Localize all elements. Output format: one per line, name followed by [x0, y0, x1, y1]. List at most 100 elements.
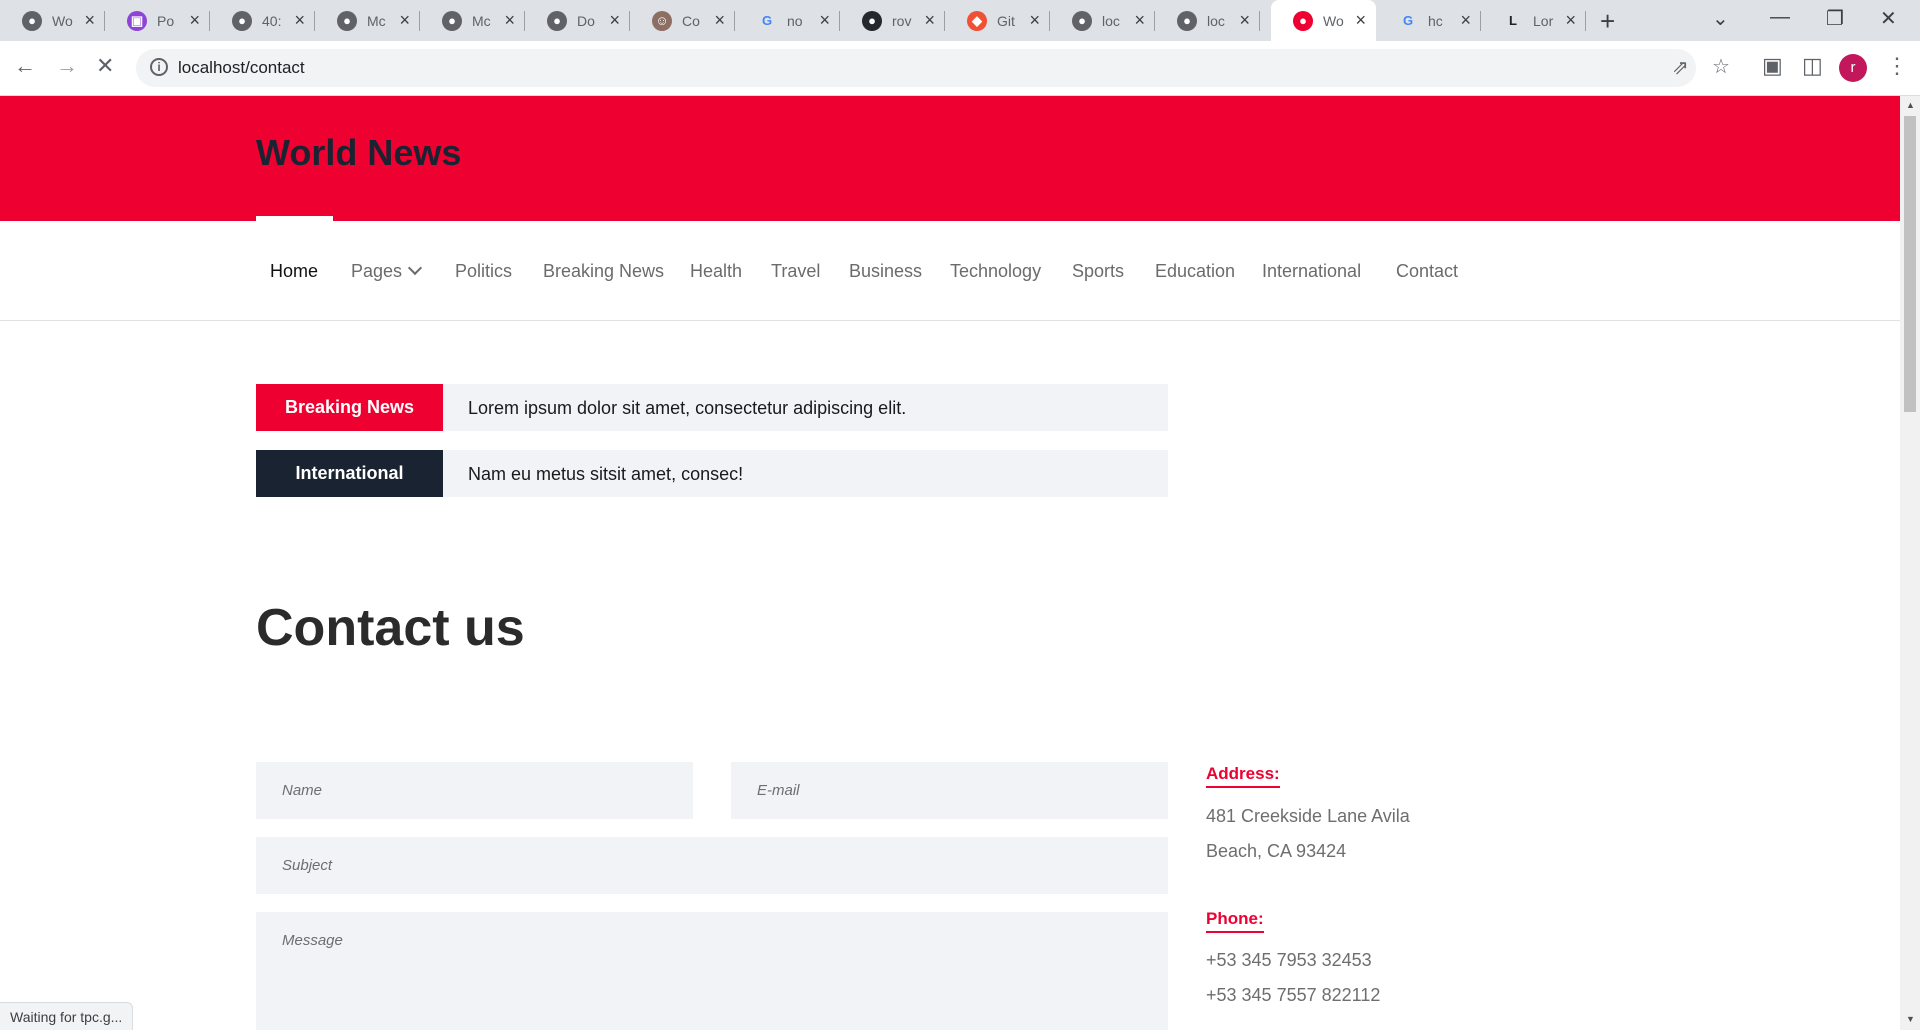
ticker-headline[interactable]: Lorem ipsum dolor sit amet, consectetur …	[468, 398, 906, 419]
close-tab-icon[interactable]: ×	[84, 10, 95, 31]
avatar-icon: ☺	[652, 10, 672, 31]
browser-tab[interactable]: ● rov ×	[840, 0, 945, 41]
browser-tab[interactable]: ● 40: ×	[210, 0, 315, 41]
ticker-label[interactable]: International	[256, 450, 443, 497]
browser-tab[interactable]: ● Wo ×	[0, 0, 105, 41]
tab-title: 40:	[262, 12, 282, 29]
browser-tab[interactable]: ● loc ×	[1050, 0, 1155, 41]
browser-tab[interactable]: ● Do ×	[525, 0, 630, 41]
bookmark-star-icon[interactable]: ☆	[1712, 54, 1730, 79]
nav-item-pages[interactable]: Pages	[351, 260, 423, 282]
tab-title: loc	[1207, 12, 1225, 29]
address-label: Address:	[1206, 764, 1280, 788]
browser-tab[interactable]: ◆ Git ×	[945, 0, 1050, 41]
nav-item-education[interactable]: Education	[1155, 261, 1235, 282]
message-textarea[interactable]	[256, 912, 1168, 1030]
ticker-headline[interactable]: Nam eu metus sitsit amet, consec!	[468, 464, 743, 485]
email-input[interactable]	[731, 762, 1168, 819]
nav-item-travel[interactable]: Travel	[771, 261, 820, 282]
close-tab-icon[interactable]: ×	[1029, 10, 1040, 31]
stop-loading-icon[interactable]: ✕	[96, 53, 114, 79]
nav-item-label: Sports	[1072, 261, 1125, 281]
message-field-wrap	[256, 912, 1168, 1030]
address-bar[interactable]: i localhost/contact ⇗ ☆	[136, 49, 1730, 87]
back-arrow-icon[interactable]: ←	[14, 53, 36, 79]
nav-item-breaking-news[interactable]: Breaking News	[543, 261, 664, 282]
nav-item-international[interactable]: International	[1262, 261, 1361, 282]
tab-title: Lor	[1533, 12, 1554, 29]
nav-item-label: Pages	[351, 261, 403, 281]
nav-item-technology[interactable]: Technology	[950, 261, 1041, 282]
url-text[interactable]: localhost/contact	[178, 58, 305, 78]
email-field-wrap	[731, 762, 1168, 819]
extensions-puzzle-icon[interactable]: ▣	[1762, 53, 1783, 79]
browser-tab[interactable]: L Lor ×	[1481, 0, 1586, 41]
browser-tab[interactable]: ● loc ×	[1155, 0, 1260, 41]
close-tab-icon[interactable]: ×	[924, 10, 935, 31]
browser-tab[interactable]: ● Mc ×	[420, 0, 525, 41]
forward-arrow-icon[interactable]: →	[56, 53, 78, 79]
browser-tab[interactable]: Gno ×	[735, 0, 840, 41]
site-info-icon[interactable]: i	[150, 58, 168, 76]
name-input[interactable]	[256, 762, 693, 819]
page-scrollbar[interactable]: ▲ ▼	[1900, 96, 1920, 1030]
site-logo-title[interactable]: World News	[256, 132, 461, 174]
minimize-icon[interactable]: —	[1770, 6, 1790, 29]
phone-line-1[interactable]: +53 345 7953 32453	[1206, 950, 1372, 971]
close-tab-icon[interactable]: ×	[714, 10, 725, 31]
close-tab-icon[interactable]: ×	[1134, 10, 1145, 31]
close-window-icon[interactable]: ✕	[1880, 6, 1897, 31]
restore-icon[interactable]: ❐	[1826, 6, 1844, 31]
browser-tab[interactable]: ▣ Po ×	[105, 0, 210, 41]
browser-tab[interactable]: Ghc ×	[1376, 0, 1481, 41]
close-tab-icon[interactable]: ×	[294, 10, 305, 31]
close-tab-icon[interactable]: ×	[189, 10, 200, 31]
new-tab-button[interactable]: +	[1600, 6, 1615, 37]
nav-item-business[interactable]: Business	[849, 261, 922, 282]
menu-kebab-icon[interactable]: ⋮	[1886, 53, 1908, 79]
nav-item-health[interactable]: Health	[690, 261, 742, 282]
close-tab-icon[interactable]: ×	[1565, 10, 1576, 31]
globe-icon: ●	[22, 10, 42, 31]
close-tab-icon[interactable]: ×	[1355, 10, 1366, 31]
nav-item-label: Travel	[771, 261, 821, 281]
nav-item-label: Politics	[455, 261, 513, 281]
recording-icon: ●	[1293, 10, 1313, 31]
news-ticker: International Nam eu metus sitsit amet, c…	[256, 450, 1168, 497]
tab-title: Po	[157, 12, 175, 29]
tab-title: rov	[892, 12, 912, 29]
browser-tab[interactable]: ● Wo ×	[1271, 0, 1376, 41]
globe-icon: ●	[337, 10, 357, 31]
tab-search-icon[interactable]: ⌄	[1712, 6, 1729, 31]
profile-avatar[interactable]: r	[1839, 54, 1867, 82]
tab-strip: ● Wo × ▣ Po × ● 40: × ● Mc × ● Mc × ● Do × ☺ Co × Gno × ● rov × ◆ G…	[0, 0, 1920, 41]
phone-line-2[interactable]: +53 345 7557 822112	[1206, 985, 1380, 1006]
nav-item-politics[interactable]: Politics	[455, 261, 512, 282]
nav-item-contact[interactable]: Contact	[1396, 261, 1458, 282]
close-tab-icon[interactable]: ×	[504, 10, 515, 31]
google-icon: G	[761, 13, 773, 28]
browser-tab[interactable]: ● Mc ×	[315, 0, 420, 41]
news-ticker: Breaking News Lorem ipsum dolor sit amet,…	[256, 384, 1168, 431]
nav-item-home[interactable]: Home	[270, 261, 318, 282]
subject-input[interactable]	[256, 837, 1168, 894]
tab-title: loc	[1102, 12, 1120, 29]
scroll-up-arrow-icon[interactable]: ▲	[1906, 100, 1915, 110]
close-tab-icon[interactable]: ×	[819, 10, 830, 31]
close-tab-icon[interactable]: ×	[399, 10, 410, 31]
nav-item-label: Health	[690, 261, 743, 281]
close-tab-icon[interactable]: ×	[1239, 10, 1250, 31]
ticker-label[interactable]: Breaking News	[256, 384, 443, 431]
github-icon: ●	[862, 10, 882, 31]
close-tab-icon[interactable]: ×	[609, 10, 620, 31]
nav-item-sports[interactable]: Sports	[1072, 261, 1124, 282]
scroll-down-arrow-icon[interactable]: ▼	[1906, 1014, 1915, 1024]
app-icon: ▣	[127, 10, 147, 31]
close-tab-icon[interactable]: ×	[1460, 10, 1471, 31]
browser-tab[interactable]: ☺ Co ×	[630, 0, 735, 41]
nav-item-label: International	[1262, 261, 1362, 281]
share-icon[interactable]: ⇗	[1672, 55, 1689, 80]
status-bubble: Waiting for tpc.g...	[0, 1002, 134, 1030]
side-panel-icon[interactable]: ◫	[1802, 53, 1823, 79]
scrollbar-thumb[interactable]	[1904, 116, 1916, 412]
